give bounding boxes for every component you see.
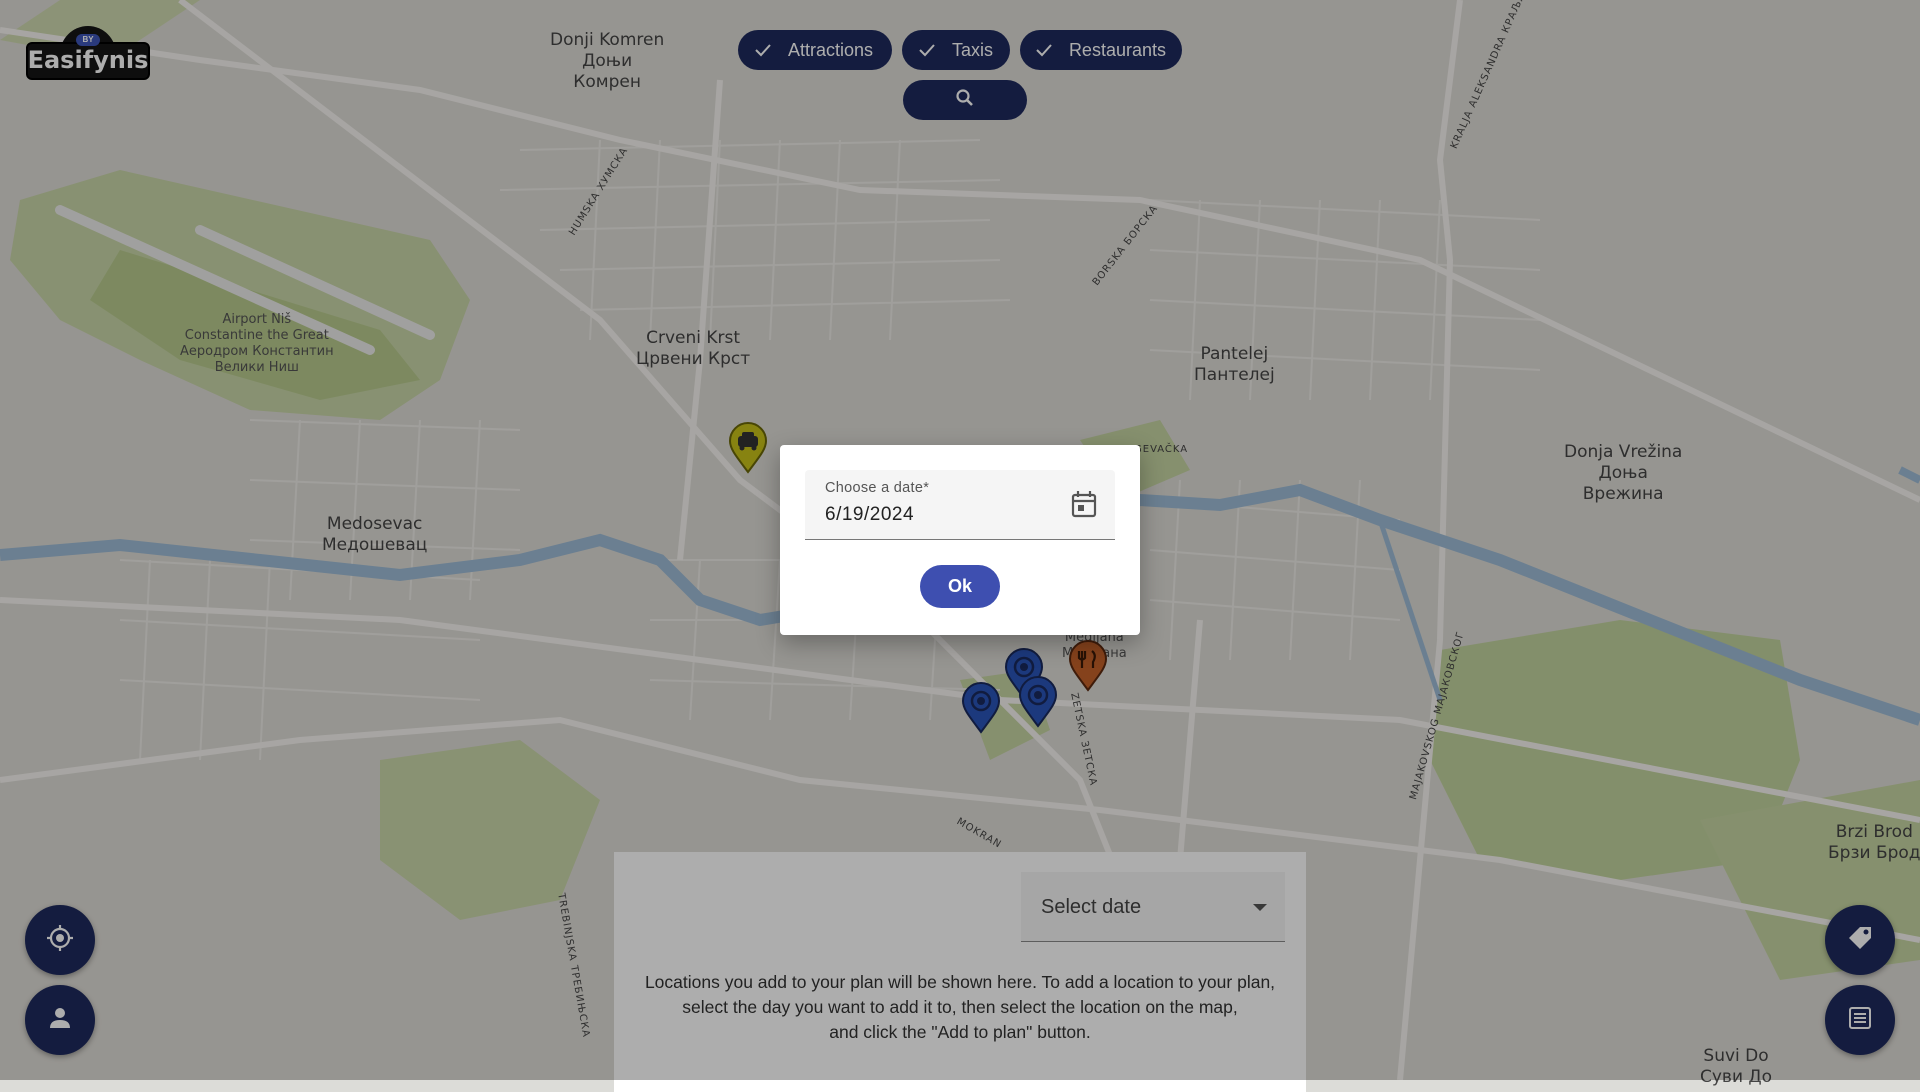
date-field-value[interactable]: 6/19/2024: [825, 504, 914, 526]
calendar-icon[interactable]: [1071, 490, 1097, 518]
date-field-label: Choose a date*: [825, 480, 930, 496]
date-field[interactable]: Choose a date* 6/19/2024: [805, 470, 1115, 540]
ok-button[interactable]: Ok: [920, 565, 1000, 608]
date-dialog: Choose a date* 6/19/2024 Ok: [780, 445, 1140, 635]
